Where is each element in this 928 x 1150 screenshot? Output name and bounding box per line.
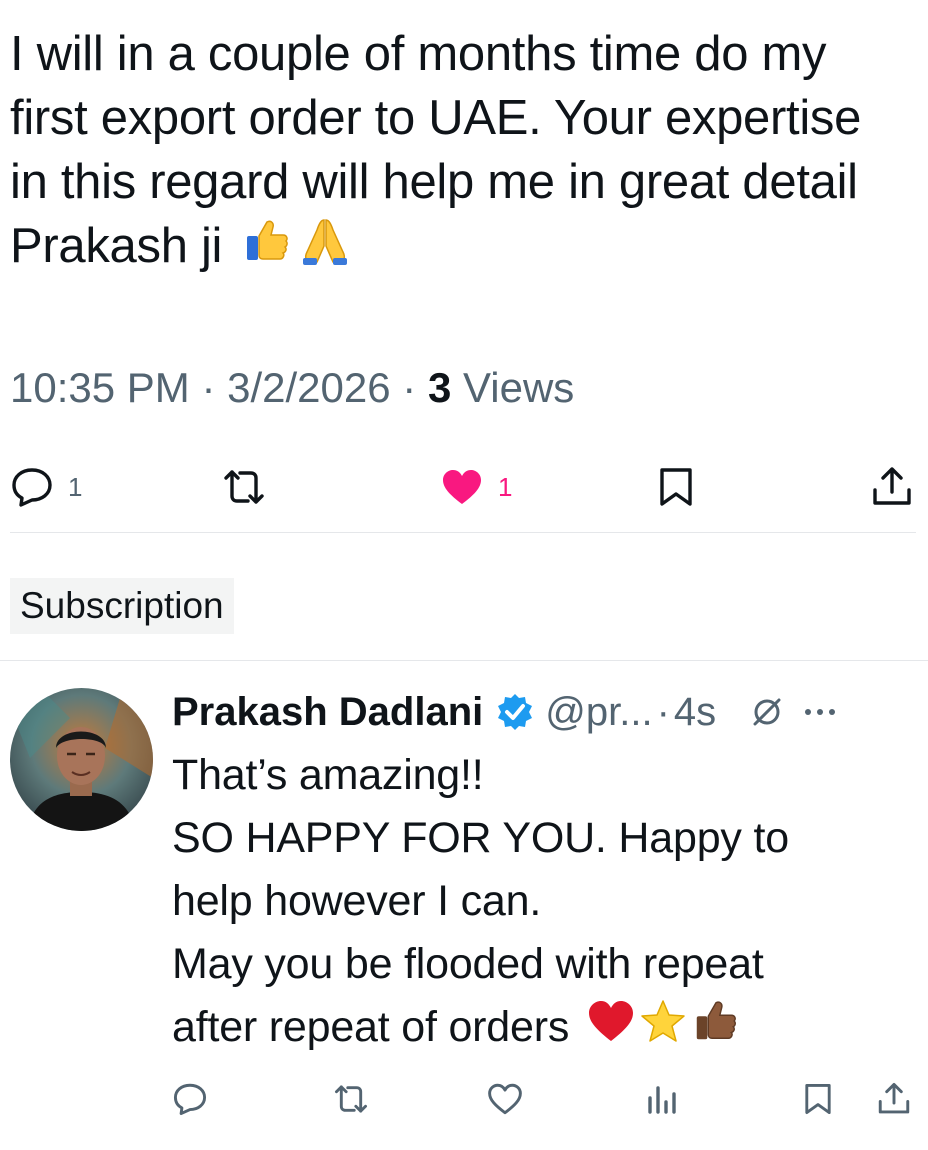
thumbs-up-emoji xyxy=(241,216,291,282)
grok-icon[interactable] xyxy=(750,695,784,729)
reply-icon xyxy=(12,468,52,507)
bookmark-button[interactable] xyxy=(656,466,696,508)
reply-text-line: after repeat of orders xyxy=(172,1003,570,1051)
meta-separator: · xyxy=(402,364,417,411)
reply-text-line: That’s amazing!! xyxy=(172,751,484,799)
reply-header: Prakash Dadlani @pr... · 4s xyxy=(172,682,922,742)
repost-button[interactable] xyxy=(330,1082,372,1116)
reply-button[interactable] xyxy=(172,1082,208,1116)
more-options-icon[interactable] xyxy=(802,706,838,718)
tweet-text-line: in this regard will help me in great det… xyxy=(10,155,858,209)
tweet-meta: 10:35 PM · 3/2/2026 · 3 Views xyxy=(10,364,574,412)
reply-text-last-line: after repeat of orders xyxy=(172,996,912,1063)
reply-author-name[interactable]: Prakash Dadlani xyxy=(172,690,483,735)
bookmark-icon xyxy=(660,468,692,506)
reply-time: 4s xyxy=(673,689,717,734)
reply-handle[interactable]: @pr... xyxy=(545,690,652,735)
views-button[interactable] xyxy=(646,1082,680,1116)
reply-button[interactable]: 1 xyxy=(10,466,82,508)
like-button[interactable] xyxy=(486,1082,524,1116)
repost-button[interactable] xyxy=(218,466,284,508)
reply-text-line: SO HAPPY FOR YOU. Happy to xyxy=(172,814,789,862)
reply-text-line: help however I can. xyxy=(172,877,542,925)
red-heart-emoji xyxy=(587,998,635,1061)
share-button[interactable] xyxy=(876,1082,912,1116)
tweet-action-bar: 1 1 xyxy=(0,452,928,522)
share-button[interactable] xyxy=(870,466,914,508)
avatar[interactable] xyxy=(10,688,153,831)
repost-icon xyxy=(224,470,264,504)
verified-badge-icon xyxy=(495,692,535,732)
subscription-chip[interactable]: Subscription xyxy=(10,578,234,634)
reply-icon xyxy=(173,1083,207,1116)
meta-separator: · xyxy=(656,689,670,734)
views-count: 3 xyxy=(427,364,452,411)
reply-count: 1 xyxy=(68,471,83,502)
heart-icon xyxy=(443,470,481,504)
tweet-text-line: I will in a couple of months time do my xyxy=(10,27,827,81)
tweet-date: 3/2/2026 xyxy=(227,364,391,411)
bookmark-button[interactable] xyxy=(802,1082,834,1116)
tweet-time: 10:35 PM xyxy=(10,364,190,411)
meta-separator: · xyxy=(201,364,216,411)
reply-action-bar xyxy=(0,1076,928,1126)
share-icon xyxy=(878,1082,910,1114)
repost-icon xyxy=(335,1085,367,1113)
tweet-text-line: Prakash ji xyxy=(10,219,223,273)
reply-text-line: May you be flooded with repeat xyxy=(172,940,764,988)
divider xyxy=(0,660,928,661)
tweet-text-last-line: Prakash ji xyxy=(10,214,920,282)
like-count: 1 xyxy=(498,471,513,502)
bookmark-icon xyxy=(805,1083,831,1115)
thumbs-up-dark-emoji xyxy=(691,997,739,1063)
share-icon xyxy=(873,467,911,505)
like-button[interactable]: 1 xyxy=(440,466,512,508)
heart-icon xyxy=(488,1083,522,1115)
folded-hands-emoji xyxy=(297,216,353,282)
star-emoji xyxy=(639,998,687,1062)
tweet-text-line: first export order to UAE. Your expertis… xyxy=(10,91,862,145)
views-label[interactable]: Views xyxy=(463,364,574,411)
analytics-icon xyxy=(648,1086,676,1114)
reply-text: That’s amazing!! SO HAPPY FOR YOU. Happy… xyxy=(172,744,912,1063)
tweet-text: I will in a couple of months time do my … xyxy=(10,22,920,282)
divider xyxy=(10,532,916,533)
